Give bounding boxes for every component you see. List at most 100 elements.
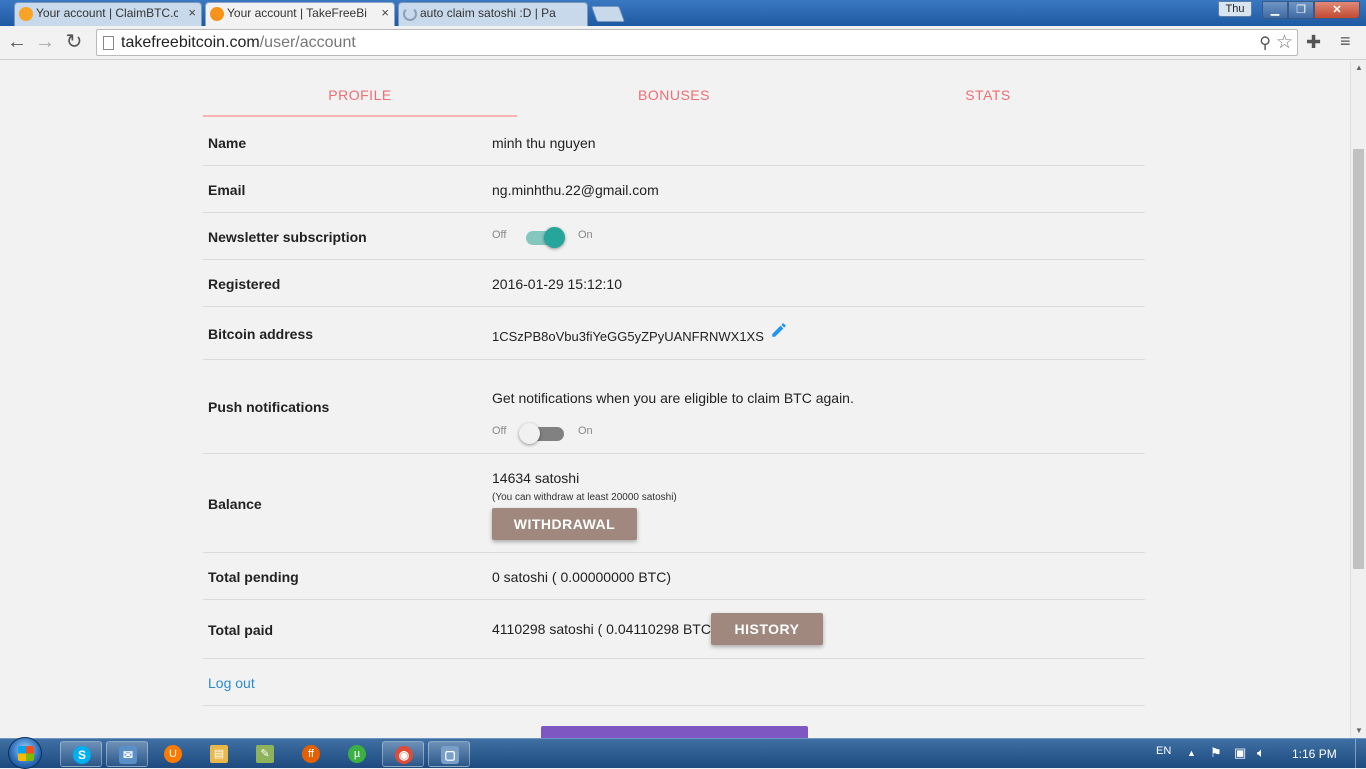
switch-off-label: Off (492, 229, 507, 241)
row-total-paid: Total paid 4110298 satoshi ( 0.04110298 … (203, 600, 1145, 659)
skype-icon: S (73, 746, 91, 764)
taskbar-chrome[interactable]: ◉ (382, 741, 424, 767)
zoom-magnifier-icon[interactable]: ⚲ (1259, 33, 1271, 53)
url-host: takefreebitcoin.com (121, 34, 260, 51)
browser-tab-strip: Your account | ClaimBTC.c × Your account… (0, 0, 1366, 26)
network-icon[interactable]: ▣ (1234, 745, 1246, 761)
close-window-button[interactable]: ✕ (1314, 1, 1360, 19)
close-tab-icon[interactable]: × (188, 2, 196, 24)
browser-tab-claimbtc[interactable]: Your account | ClaimBTC.c × (14, 2, 202, 26)
reload-icon[interactable]: ↻ (62, 31, 86, 55)
email-value: ng.minhthu.22@gmail.com (492, 182, 659, 198)
taskbar-uc-browser[interactable]: U (152, 743, 194, 765)
bitcoin-favicon-icon (19, 7, 33, 21)
row-label: Newsletter subscription (208, 229, 367, 245)
paid-value: 4110298 satoshi ( 0.04110298 BTC) (492, 621, 716, 637)
push-description: Get notifications when you are eligible … (492, 390, 854, 406)
balance-value: 14634 satoshi (492, 470, 580, 486)
back-arrow-icon[interactable]: ← (5, 31, 29, 55)
purple-banner-button[interactable] (541, 726, 808, 738)
scrollbar-thumb[interactable] (1353, 149, 1364, 569)
bird-app-icon: ✉ (119, 746, 137, 764)
show-hidden-icons-arrow-icon[interactable]: ▲ (1187, 748, 1196, 758)
minimize-button[interactable]: ▁ (1262, 1, 1288, 19)
maximize-button[interactable]: ❐ (1288, 1, 1314, 19)
switch-on-label: On (578, 229, 593, 241)
taskbar-firefox[interactable]: ff (290, 743, 332, 765)
history-button[interactable]: HISTORY (711, 613, 823, 645)
browser-tab-auto-claim[interactable]: auto claim satoshi :D | Pa (398, 2, 588, 26)
taskbar-utorrent[interactable]: µ (336, 743, 378, 765)
browser-toolbar: ← → ↻ takefreebitcoin.com/user/account ⚲… (0, 26, 1366, 60)
show-desktop-button[interactable] (1355, 739, 1366, 769)
page-icon (103, 36, 114, 50)
row-label: Bitcoin address (208, 326, 314, 342)
taskbar-clock[interactable]: 1:16 PM (1292, 747, 1337, 761)
newsletter-toggle[interactable]: Off On (492, 226, 612, 248)
switch-on-label: On (578, 425, 593, 437)
forward-arrow-icon[interactable]: → (33, 31, 57, 55)
row-bitcoin-address: Bitcoin address 1CSzPB8oVbu3fiYeGG5yZPyU… (203, 307, 1145, 360)
browser-tab-title: Your account | ClaimBTC.c (36, 6, 178, 20)
registered-value: 2016-01-29 15:12:10 (492, 276, 622, 292)
row-logout: Log out (203, 659, 1145, 706)
new-tab-button[interactable] (591, 6, 625, 22)
logout-link[interactable]: Log out (208, 675, 255, 691)
bitcoin-address-value: 1CSzPB8oVbu3fiYeGG5yZPyUANFRNWX1XS (492, 329, 764, 344)
page-viewport: PROFILE BONUSES STATS Name minh thu nguy… (0, 61, 1350, 738)
language-indicator[interactable]: EN (1156, 745, 1171, 757)
extensions-puzzle-icon[interactable]: ✚ (1306, 32, 1321, 53)
profile-user-badge[interactable]: Thu (1218, 1, 1252, 17)
windows-logo-icon (18, 746, 34, 761)
browser-tab-takefreebitcoin[interactable]: Your account | TakeFreeBi × (205, 2, 395, 26)
row-name: Name minh thu nguyen (203, 119, 1145, 166)
row-label: Total paid (208, 622, 274, 638)
switch-knob[interactable] (544, 227, 565, 248)
taskbar-notepad[interactable]: ✎ (244, 743, 286, 765)
taskbar-app-bird[interactable]: ✉ (106, 741, 148, 767)
browser-tab-title: auto claim satoshi :D | Pa (420, 6, 556, 20)
tab-profile[interactable]: PROFILE (203, 77, 517, 117)
chrome-menu-icon[interactable]: ≡ (1340, 31, 1351, 52)
utorrent-icon: µ (348, 745, 366, 763)
firefox-icon: ff (302, 745, 320, 763)
row-label: Email (208, 182, 246, 198)
uc-browser-icon: U (164, 745, 182, 763)
edit-pencil-icon[interactable] (770, 321, 788, 339)
name-value: minh thu nguyen (492, 135, 596, 151)
row-balance: Balance 14634 satoshi (You can withdraw … (203, 454, 1145, 553)
window-icon: ▢ (441, 746, 459, 764)
row-label: Push notifications (208, 399, 330, 415)
windows-taskbar: S ✉ U ▤ ✎ ff µ ◉ ▢ EN ▲ ⚑ ▣ 🔈︎ 1:16 PM (0, 737, 1366, 769)
switch-knob[interactable] (519, 423, 540, 444)
page-scrollbar[interactable]: ▲ ▼ (1350, 61, 1366, 738)
row-label: Balance (208, 496, 262, 512)
scroll-down-arrow-icon[interactable]: ▼ (1351, 724, 1366, 738)
start-button[interactable] (8, 737, 42, 769)
switch-off-label: Off (492, 425, 507, 437)
scroll-up-arrow-icon[interactable]: ▲ (1351, 61, 1366, 75)
loading-spinner-icon (403, 7, 417, 21)
push-notifications-toggle[interactable]: Off On (492, 422, 612, 444)
url-text[interactable]: takefreebitcoin.com/user/account (121, 34, 356, 52)
row-registered: Registered 2016-01-29 15:12:10 (203, 260, 1145, 307)
account-tabs: PROFILE BONUSES STATS (203, 77, 1145, 117)
bitcoin-favicon-icon (210, 7, 224, 21)
row-label: Registered (208, 276, 281, 292)
bookmark-star-icon[interactable]: ☆ (1276, 31, 1293, 54)
folder-icon: ▤ (210, 745, 228, 763)
taskbar-window-app[interactable]: ▢ (428, 741, 470, 767)
action-center-flag-icon[interactable]: ⚑ (1210, 745, 1222, 761)
browser-tab-title: Your account | TakeFreeBi (227, 6, 367, 20)
tab-stats[interactable]: STATS (831, 77, 1145, 117)
withdrawal-button[interactable]: WITHDRAWAL (492, 508, 637, 540)
notepad-icon: ✎ (256, 745, 274, 763)
taskbar-skype[interactable]: S (60, 741, 102, 767)
taskbar-file-explorer[interactable]: ▤ (198, 743, 240, 765)
row-label: Name (208, 135, 247, 151)
close-tab-icon[interactable]: × (381, 2, 389, 24)
tab-bonuses[interactable]: BONUSES (517, 77, 831, 117)
volume-icon[interactable]: 🔈︎ (1257, 745, 1265, 761)
address-bar[interactable]: takefreebitcoin.com/user/account ⚲ ☆ (96, 29, 1298, 56)
withdraw-minimum-note: (You can withdraw at least 20000 satoshi… (492, 492, 677, 503)
